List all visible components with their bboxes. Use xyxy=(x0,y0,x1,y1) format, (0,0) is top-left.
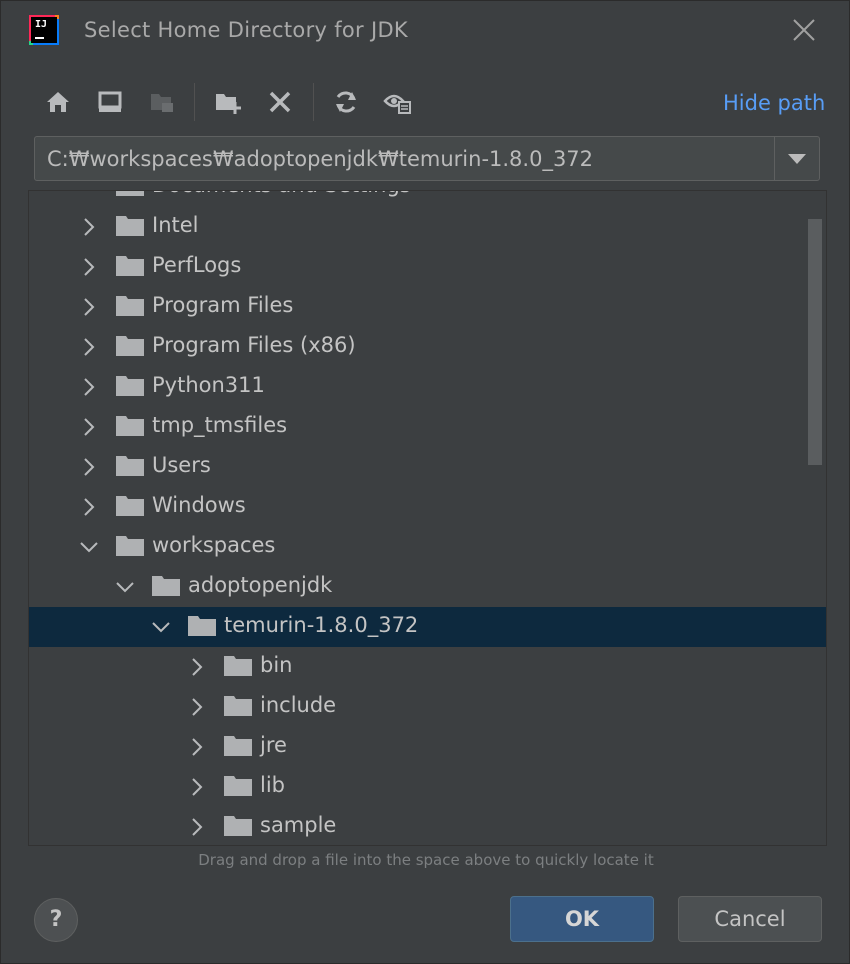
intellij-app-icon: IJ xyxy=(31,17,57,43)
folder-icon xyxy=(116,375,144,397)
folder-icon xyxy=(116,455,144,477)
select-jdk-dialog: IJ Select Home Directory for JDK Hide pa… xyxy=(0,0,850,964)
chevron-down-icon[interactable] xyxy=(79,537,99,557)
dialog-title: Select Home Directory for JDK xyxy=(84,18,408,42)
project-icon xyxy=(145,85,179,119)
folder-icon xyxy=(116,535,144,557)
tree-row[interactable]: Program Files (x86) xyxy=(29,327,826,367)
folder-icon xyxy=(116,255,144,277)
folder-icon xyxy=(224,775,252,797)
ok-button[interactable]: OK xyxy=(510,896,654,942)
chevron-right-icon[interactable] xyxy=(79,417,99,437)
tree-row[interactable]: jre xyxy=(29,727,826,767)
chevron-right-icon[interactable] xyxy=(79,337,99,357)
tree-row-label: sample xyxy=(260,813,337,837)
tree-row[interactable]: tmp_tmsfiles xyxy=(29,407,826,447)
tree-row[interactable]: temurin-1.8.0_372 xyxy=(29,607,826,647)
chevron-right-icon[interactable] xyxy=(79,297,99,317)
chevron-right-icon[interactable] xyxy=(187,737,207,757)
tree-row-label: Windows xyxy=(152,493,246,517)
tree-row[interactable]: bin xyxy=(29,647,826,687)
close-icon[interactable] xyxy=(789,15,819,45)
tree-row[interactable]: sample xyxy=(29,807,826,845)
file-tree[interactable]: sample lib jre include bin temurin-1.8.0_372 a… xyxy=(28,190,827,846)
home-icon[interactable] xyxy=(41,85,75,119)
folder-icon xyxy=(116,415,144,437)
delete-icon[interactable] xyxy=(263,85,297,119)
chevron-right-icon[interactable] xyxy=(187,657,207,677)
chevron-right-icon[interactable] xyxy=(79,377,99,397)
cancel-button[interactable]: Cancel xyxy=(678,896,822,942)
toolbar xyxy=(37,81,837,125)
tree-row-label: Intel xyxy=(152,213,199,237)
new-folder-icon[interactable] xyxy=(211,85,245,119)
drag-drop-hint: Drag and drop a file into the space abov… xyxy=(198,851,654,869)
folder-icon xyxy=(116,495,144,517)
desktop-icon[interactable] xyxy=(93,85,127,119)
tree-row[interactable]: include xyxy=(29,687,826,727)
folder-icon xyxy=(224,655,252,677)
tree-row-label: PerfLogs xyxy=(152,253,242,277)
tree-row-label: workspaces xyxy=(152,533,276,557)
tree-row-label: Users xyxy=(152,453,211,477)
chevron-right-icon[interactable] xyxy=(187,777,207,797)
chevron-right-icon[interactable] xyxy=(187,817,207,837)
refresh-icon[interactable] xyxy=(329,85,363,119)
chevron-right-icon[interactable] xyxy=(79,457,99,477)
folder-icon xyxy=(152,575,180,597)
tree-row[interactable]: Intel xyxy=(29,207,826,247)
chevron-down-icon[interactable] xyxy=(774,137,819,180)
tree-row-label: lib xyxy=(260,773,285,797)
tree-row-label: bin xyxy=(260,653,293,677)
tree-row[interactable]: workspaces xyxy=(29,527,826,567)
tree-row[interactable]: Users xyxy=(29,447,826,487)
tree-row-label: jre xyxy=(260,733,287,757)
chevron-right-icon[interactable] xyxy=(79,257,99,277)
tree-row[interactable]: Windows xyxy=(29,487,826,527)
chevron-down-icon[interactable] xyxy=(151,617,171,637)
chevron-right-icon[interactable] xyxy=(79,497,99,517)
tree-row-label: adoptopenjdk xyxy=(188,573,333,597)
tree-row[interactable]: lib xyxy=(29,767,826,807)
tree-row-label: Python311 xyxy=(152,373,265,397)
tree-row-label: temurin-1.8.0_372 xyxy=(224,613,419,637)
help-button[interactable]: ? xyxy=(34,898,78,942)
folder-icon xyxy=(116,191,144,197)
tree-scrollbar[interactable] xyxy=(808,219,822,465)
folder-icon xyxy=(116,295,144,317)
path-input-value: C:₩workspaces₩adoptopenjdk₩temurin-1.8.0… xyxy=(47,147,594,171)
folder-icon xyxy=(224,815,252,837)
tree-row-label: Program Files xyxy=(152,293,294,317)
hide-path-link[interactable]: Hide path xyxy=(723,91,825,115)
app-icon-text: IJ xyxy=(35,19,48,30)
chevron-down-icon[interactable] xyxy=(115,577,135,597)
chevron-right-icon[interactable] xyxy=(187,697,207,717)
folder-icon xyxy=(224,735,252,757)
tree-row[interactable]: Python311 xyxy=(29,367,826,407)
tree-row-label: Program Files (x86) xyxy=(152,333,356,357)
tree-row-label: tmp_tmsfiles xyxy=(152,413,288,437)
tree-row-label: include xyxy=(260,693,337,717)
title-bar: IJ Select Home Directory for JDK xyxy=(1,1,849,63)
show-hidden-icon[interactable] xyxy=(381,85,415,119)
tree-row[interactable]: Documents and Settings xyxy=(29,191,826,207)
chevron-right-icon[interactable] xyxy=(79,217,99,237)
path-input[interactable]: C:₩workspaces₩adoptopenjdk₩temurin-1.8.0… xyxy=(34,136,820,181)
folder-icon xyxy=(116,335,144,357)
tree-row-label: Documents and Settings xyxy=(152,191,411,197)
folder-icon xyxy=(188,615,216,637)
tree-row[interactable]: PerfLogs xyxy=(29,247,826,287)
folder-icon xyxy=(224,695,252,717)
folder-icon xyxy=(116,215,144,237)
tree-row[interactable]: adoptopenjdk xyxy=(29,567,826,607)
tree-row[interactable]: Program Files xyxy=(29,287,826,327)
